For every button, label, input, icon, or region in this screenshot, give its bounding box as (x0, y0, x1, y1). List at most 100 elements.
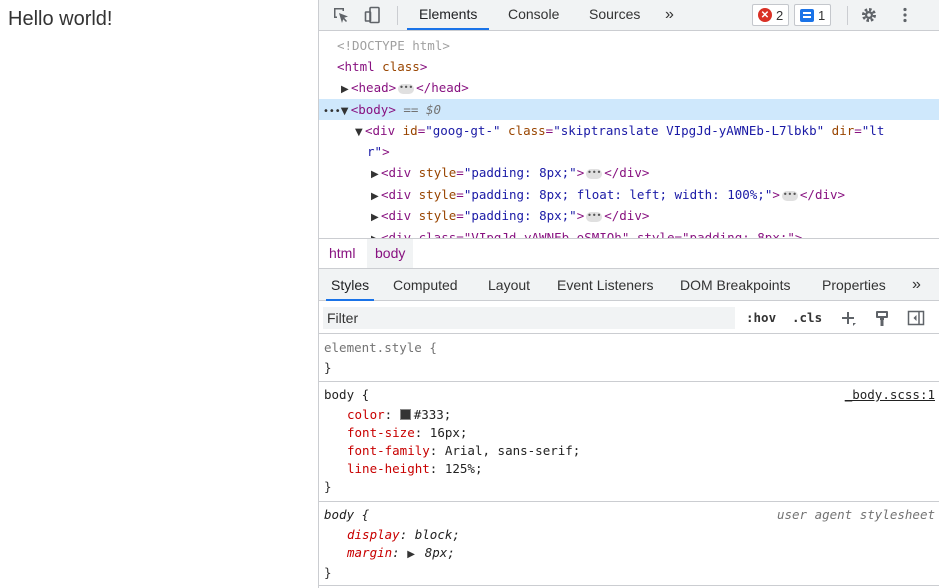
html-tag: <html (337, 59, 375, 74)
style-property-display[interactable]: display: block; (347, 526, 460, 544)
id-value: "goog-gt-" (425, 123, 501, 138)
expand-triangle-icon[interactable]: ▶ (371, 164, 381, 185)
dir-value-cont: r" (367, 144, 383, 159)
dom-node-child-3[interactable]: ▶ <div style="padding: 8px;"> ••• </div> (319, 205, 939, 226)
id-attr: id (402, 123, 418, 138)
tab-elements[interactable]: Elements (407, 0, 490, 30)
expand-shorthand-triangle-icon[interactable]: ▶ (407, 546, 417, 564)
page-hello-text: Hello world! (8, 8, 113, 30)
tag-end: > (576, 165, 585, 180)
ellipsis-icon[interactable]: ••• (781, 190, 798, 201)
more-options-icon[interactable] (893, 3, 917, 27)
style-attr: style (418, 165, 457, 180)
tab-event-listeners[interactable]: Event Listeners (552, 269, 659, 301)
ellipsis-icon[interactable]: ••• (398, 83, 415, 94)
property-name: display (347, 527, 400, 542)
div-tag: <div (365, 123, 396, 138)
more-tabs-button[interactable]: » (653, 0, 686, 30)
tag-end: > (772, 187, 780, 202)
style-attr: style (418, 187, 457, 202)
page-viewport: Hello world! (0, 0, 318, 588)
div-tag-partial: <div class="VIpgJd-yAWNEb-oSMIQh" style=… (381, 230, 803, 238)
property-name: margin (347, 545, 393, 560)
ua-body-selector[interactable]: body { (324, 506, 369, 524)
hover-state-button[interactable]: :hov (746, 310, 776, 325)
dom-node-div-gt-wrap: r"> (319, 141, 939, 162)
style-property-line-height[interactable]: line-height: 125%; (347, 460, 483, 478)
expand-triangle-icon[interactable]: ▶ (341, 79, 351, 100)
style-property-margin[interactable]: margin: ▶ 8px; (347, 544, 455, 562)
tab-computed[interactable]: Computed (388, 269, 463, 301)
element-style-selector[interactable]: element.style { (324, 339, 437, 357)
tab-layout[interactable]: Layout (483, 269, 535, 301)
messages-badge[interactable]: 1 (794, 4, 832, 26)
dom-node-child-2[interactable]: ▶ <div style="padding: 8px; float: left; … (319, 184, 939, 205)
collapse-triangle-icon[interactable]: ▼ (341, 101, 351, 122)
tab-sources[interactable]: Sources (577, 0, 652, 30)
style-property-font-family[interactable]: font-family: Arial, sans-serif; (347, 442, 580, 460)
breadcrumb-body[interactable]: body (367, 239, 414, 268)
ellipsis-icon[interactable]: ••• (586, 211, 603, 222)
head-tag: <head> (351, 80, 397, 95)
expand-triangle-icon[interactable]: ▶ (371, 207, 381, 228)
expand-triangle-icon[interactable]: ▶ (371, 229, 381, 238)
dom-node-head[interactable]: ▶ <head> ••• </head> (319, 77, 939, 98)
tag-end: > (576, 208, 585, 223)
device-toolbar-icon[interactable] (361, 3, 385, 27)
div-tag-end: > (382, 144, 390, 159)
settings-gear-icon[interactable] (857, 3, 881, 27)
selector-text: element.style { (324, 340, 437, 355)
div-tag-close: </div> (604, 208, 650, 223)
dom-node-doctype[interactable]: <!DOCTYPE html> (319, 35, 939, 56)
error-icon: ✕ (758, 8, 772, 22)
property-name: line-height (347, 461, 430, 476)
property-value: 16px; (429, 425, 468, 440)
div-tag: <div (381, 208, 412, 223)
expand-triangle-icon[interactable]: ▶ (371, 186, 381, 207)
tab-properties[interactable]: Properties (817, 269, 891, 301)
dom-node-child-4[interactable]: ▶<div class="VIpgJd-yAWNEb-oSMIQh" style… (319, 227, 939, 238)
toggle-rendering-emulations-icon[interactable] (871, 307, 893, 329)
new-style-rule-icon[interactable] (837, 307, 859, 329)
property-value: Arial, sans-serif; (444, 443, 581, 458)
dom-node-div-gt[interactable]: ▼ <div id="goog-gt-" class="skiptranslate… (319, 120, 939, 141)
property-name: font-family (347, 443, 430, 458)
selector-text: body { (324, 507, 370, 522)
toolbar-separator (397, 6, 398, 25)
color-swatch[interactable] (399, 409, 411, 420)
property-value: 125%; (444, 461, 483, 476)
breadcrumb-html[interactable]: html (321, 239, 363, 268)
style-value: "padding: 8px;" (463, 165, 577, 180)
style-rules: element.style { } body { _body.scss:1 co… (319, 334, 939, 588)
ellipsis-icon[interactable]: ••• (586, 168, 603, 179)
property-name: color (347, 407, 385, 422)
tab-console[interactable]: Console (496, 0, 571, 30)
more-subtabs-button[interactable]: » (907, 269, 926, 301)
class-toggle-button[interactable]: .cls (792, 310, 822, 325)
style-value: "padding: 8px; float: left; width: 100%;… (463, 187, 773, 202)
stylesheet-source-link[interactable]: _body.scss:1 (845, 386, 935, 404)
selector-text: body { (324, 387, 370, 402)
dir-value: "lt (861, 123, 885, 138)
style-property-font-size[interactable]: font-size: 16px; (347, 424, 467, 442)
devtools-panel: Elements Console Sources » ✕ 2 1 <!DOCTY… (318, 0, 939, 588)
dom-node-html[interactable]: <html class> (319, 56, 939, 77)
node-options-icon[interactable]: ••• (323, 106, 341, 117)
tab-styles[interactable]: Styles (326, 269, 375, 301)
styles-filter-input[interactable] (323, 307, 735, 329)
dom-node-body[interactable]: •••▼ <body> == $0 (319, 99, 939, 120)
tab-dom-breakpoints[interactable]: DOM Breakpoints (675, 269, 795, 301)
style-value: "padding: 8px;" (463, 208, 577, 223)
body-selector[interactable]: body { (324, 386, 369, 404)
toggle-sidebar-icon[interactable] (905, 307, 927, 329)
dom-node-child-1[interactable]: ▶ <div style="padding: 8px;"> ••• </div> (319, 162, 939, 183)
div-tag: <div (381, 165, 412, 180)
dom-tree: <!DOCTYPE html> <html class> ▶ <head> ••• <… (319, 32, 939, 238)
sidebar-tabs: Styles Computed Layout Event Listeners D… (319, 268, 939, 301)
style-property-color[interactable]: color: #333; (347, 406, 451, 424)
body-tag: <body> (350, 102, 396, 117)
inspect-element-icon[interactable] (329, 3, 353, 27)
messages-count: 1 (818, 7, 826, 23)
collapse-triangle-icon[interactable]: ▼ (355, 122, 365, 143)
errors-badge[interactable]: ✕ 2 (752, 4, 790, 26)
